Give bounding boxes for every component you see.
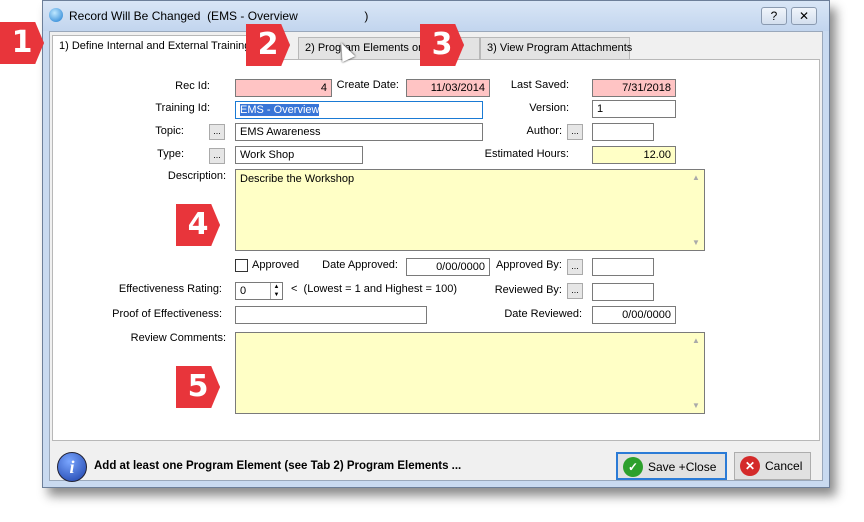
type-lookup-button[interactable]: ...	[209, 148, 225, 164]
reviewed-by-label: Reviewed By:	[494, 284, 562, 296]
hours-input[interactable]: 12.00	[592, 146, 676, 164]
review-comments-scrollbar[interactable]: ▲ ▼	[688, 333, 704, 413]
training-id-label: Training Id:	[155, 102, 210, 114]
help-button[interactable]: ?	[761, 7, 787, 25]
hours-label: Estimated Hours:	[484, 148, 569, 160]
approved-by-lookup-button[interactable]: ...	[567, 259, 583, 275]
proof-input[interactable]	[235, 306, 427, 324]
window-title: Record Will Be Changed (EMS - Overview )	[69, 9, 369, 23]
app-icon	[49, 8, 63, 22]
date-reviewed-input[interactable]: 0/00/0000	[592, 306, 676, 324]
approved-label: Approved	[252, 259, 300, 271]
effectiveness-label: Effectiveness Rating:	[118, 283, 222, 295]
checkmark-icon: ✓	[623, 457, 643, 477]
author-label: Author:	[526, 125, 562, 137]
version-input[interactable]: 1	[592, 100, 676, 118]
rec-id-field: 4	[235, 79, 332, 97]
dialog-window: Record Will Be Changed (EMS - Overview )…	[42, 0, 830, 488]
save-close-button[interactable]: ✓ Save +Close	[616, 452, 727, 480]
review-comments-textarea[interactable]: ▲ ▼	[235, 332, 705, 414]
topic-input[interactable]: EMS Awareness	[235, 123, 483, 141]
last-saved-label: Last Saved:	[510, 79, 569, 91]
info-icon: i	[57, 452, 87, 482]
date-approved-input[interactable]: 0/00/0000	[406, 258, 490, 276]
create-date-field: 11/03/2014	[406, 79, 490, 97]
topic-lookup-button[interactable]: ...	[209, 124, 225, 140]
callout-badge-2: 2	[246, 24, 290, 66]
callout-badge-1: 1	[0, 22, 44, 64]
cancel-label: Cancel	[765, 459, 803, 473]
callout-badge-3: 3	[420, 24, 464, 66]
tab-attachments[interactable]: 3) View Program Attachments	[480, 37, 632, 59]
client-area: 1) Define Internal and External Training…	[49, 31, 823, 482]
callout-badge-4: 4	[176, 204, 220, 246]
date-approved-label: Date Approved:	[322, 259, 398, 271]
version-label: Version:	[529, 102, 569, 114]
save-label: Save +Close	[648, 460, 717, 474]
review-comments-label: Review Comments:	[130, 332, 226, 344]
last-saved-field: 7/31/2018	[592, 79, 676, 97]
description-scrollbar[interactable]: ▲ ▼	[688, 170, 704, 250]
effectiveness-value: 0	[240, 285, 247, 297]
description-textarea[interactable]: Describe the Workshop ▲ ▼	[235, 169, 705, 251]
cancel-button[interactable]: ✕ Cancel	[734, 452, 811, 480]
effectiveness-hint: < (Lowest = 1 and Highest = 100)	[291, 283, 458, 295]
date-reviewed-label: Date Reviewed:	[504, 308, 582, 320]
author-input[interactable]	[592, 123, 654, 141]
topic-label: Topic:	[155, 125, 184, 137]
type-input[interactable]: Work Shop	[235, 146, 363, 164]
create-date-label: Create Date:	[336, 79, 399, 91]
author-lookup-button[interactable]: ...	[567, 124, 583, 140]
tab-panel: Rec Id: 4 Create Date: 11/03/2014 Last S…	[52, 59, 820, 441]
reviewed-by-lookup-button[interactable]: ...	[567, 283, 583, 299]
reviewed-by-input[interactable]	[592, 283, 654, 301]
close-button[interactable]: ✕	[791, 7, 817, 25]
effectiveness-stepper[interactable]: 0 ▲ ▼	[235, 282, 283, 300]
callout-badge-5: 5	[176, 366, 220, 408]
type-label: Type:	[157, 148, 184, 160]
description-label: Description:	[167, 170, 226, 182]
training-id-value: EMS - Overview	[240, 104, 320, 116]
tab-define-training[interactable]: 1) Define Internal and External Training	[52, 35, 250, 60]
cancel-x-icon: ✕	[740, 456, 760, 476]
approved-checkbox[interactable]	[235, 259, 248, 272]
proof-label: Proof of Effectiveness:	[112, 308, 222, 320]
approved-by-label: Approved By:	[495, 259, 562, 271]
training-id-input[interactable]: EMS - Overview	[235, 101, 483, 119]
approved-by-input[interactable]	[592, 258, 654, 276]
description-value: Describe the Workshop	[240, 173, 355, 185]
footer-message: Add at least one Program Element (see Ta…	[94, 460, 462, 472]
stepper-arrows-icon[interactable]: ▲ ▼	[270, 283, 282, 299]
rec-id-label: Rec Id:	[175, 80, 210, 92]
